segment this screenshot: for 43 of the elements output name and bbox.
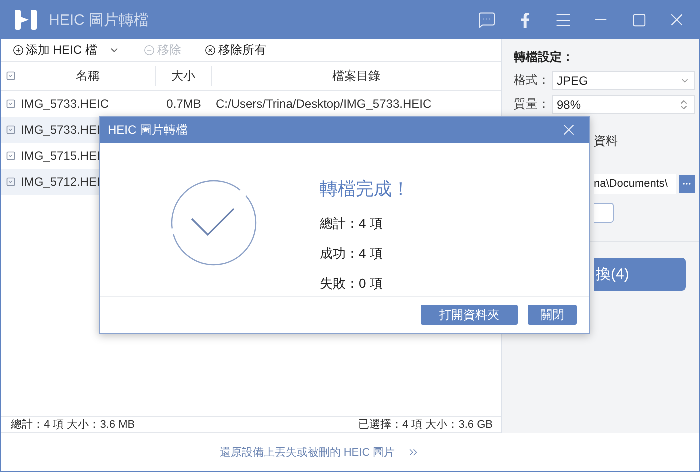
file-size: 0.7MB	[166, 97, 202, 111]
dialog-title: HEIC 圖片轉檔	[108, 122, 188, 138]
column-header[interactable]: 檔案目錄	[212, 66, 501, 86]
total-summary: 總計：4 項 大小：3.6 MB	[11, 418, 136, 432]
file-name: IMG_5733.HEIC	[21, 97, 110, 111]
checkbox[interactable]	[6, 125, 16, 135]
x-circle-icon	[205, 44, 216, 56]
file-name: IMG_5733.HEI	[21, 123, 100, 137]
logo-icon	[13, 7, 39, 33]
quality-spinner[interactable]: 98%	[552, 95, 695, 114]
result-stat: 成功：4 項	[320, 245, 384, 263]
window-title: HEIC 圖片轉檔	[49, 10, 150, 30]
option-label: 資料	[594, 133, 619, 150]
settings-title: 轉檔設定：	[514, 49, 575, 66]
output-path-field[interactable]: na\Documents\	[594, 174, 676, 194]
toolbar-button[interactable]: 添加 HEIC 檔	[13, 42, 120, 58]
result-stat: 總計：4 項	[320, 215, 384, 233]
convert-button[interactable]: 換(4)	[594, 258, 686, 291]
outline-button[interactable]	[594, 203, 614, 223]
check-circle-icon	[170, 179, 258, 267]
dialog-button[interactable]: 打開資料夾	[421, 305, 518, 325]
spinner-arrows-icon	[678, 98, 690, 110]
checkbox[interactable]	[6, 99, 16, 109]
minus-circle-icon	[144, 44, 156, 56]
format-select[interactable]: JPEG	[552, 71, 695, 90]
file-path: C:/Users/Trina/Desktop/IMG_5733.HEIC	[215, 97, 432, 111]
file-name: IMG_5715.HEI	[21, 149, 100, 163]
column-header[interactable]: 大小	[156, 66, 212, 86]
toolbar-button[interactable]: 移除所有	[205, 42, 266, 58]
checkbox[interactable]	[6, 151, 16, 161]
recover-link[interactable]: 還原設備上丟失或被刪的 HEIC 圖片	[220, 444, 420, 460]
file-name: IMG_5712.HEI	[21, 175, 100, 189]
dialog-heading: 轉檔完成！	[320, 178, 410, 201]
format-label: 格式：	[514, 72, 551, 89]
checkbox[interactable]	[6, 71, 16, 81]
browse-button[interactable]	[679, 175, 695, 193]
selected-summary: 已選擇：4 項 大小：3.6 GB	[358, 418, 493, 432]
dialog-button[interactable]: 關閉	[528, 305, 577, 325]
result-stat: 失敗：0 項	[320, 275, 384, 293]
plus-circle-icon	[13, 44, 24, 56]
column-header[interactable]: 名稱	[21, 66, 156, 86]
checkbox[interactable]	[6, 177, 16, 187]
quality-label: 質量：	[514, 96, 551, 113]
